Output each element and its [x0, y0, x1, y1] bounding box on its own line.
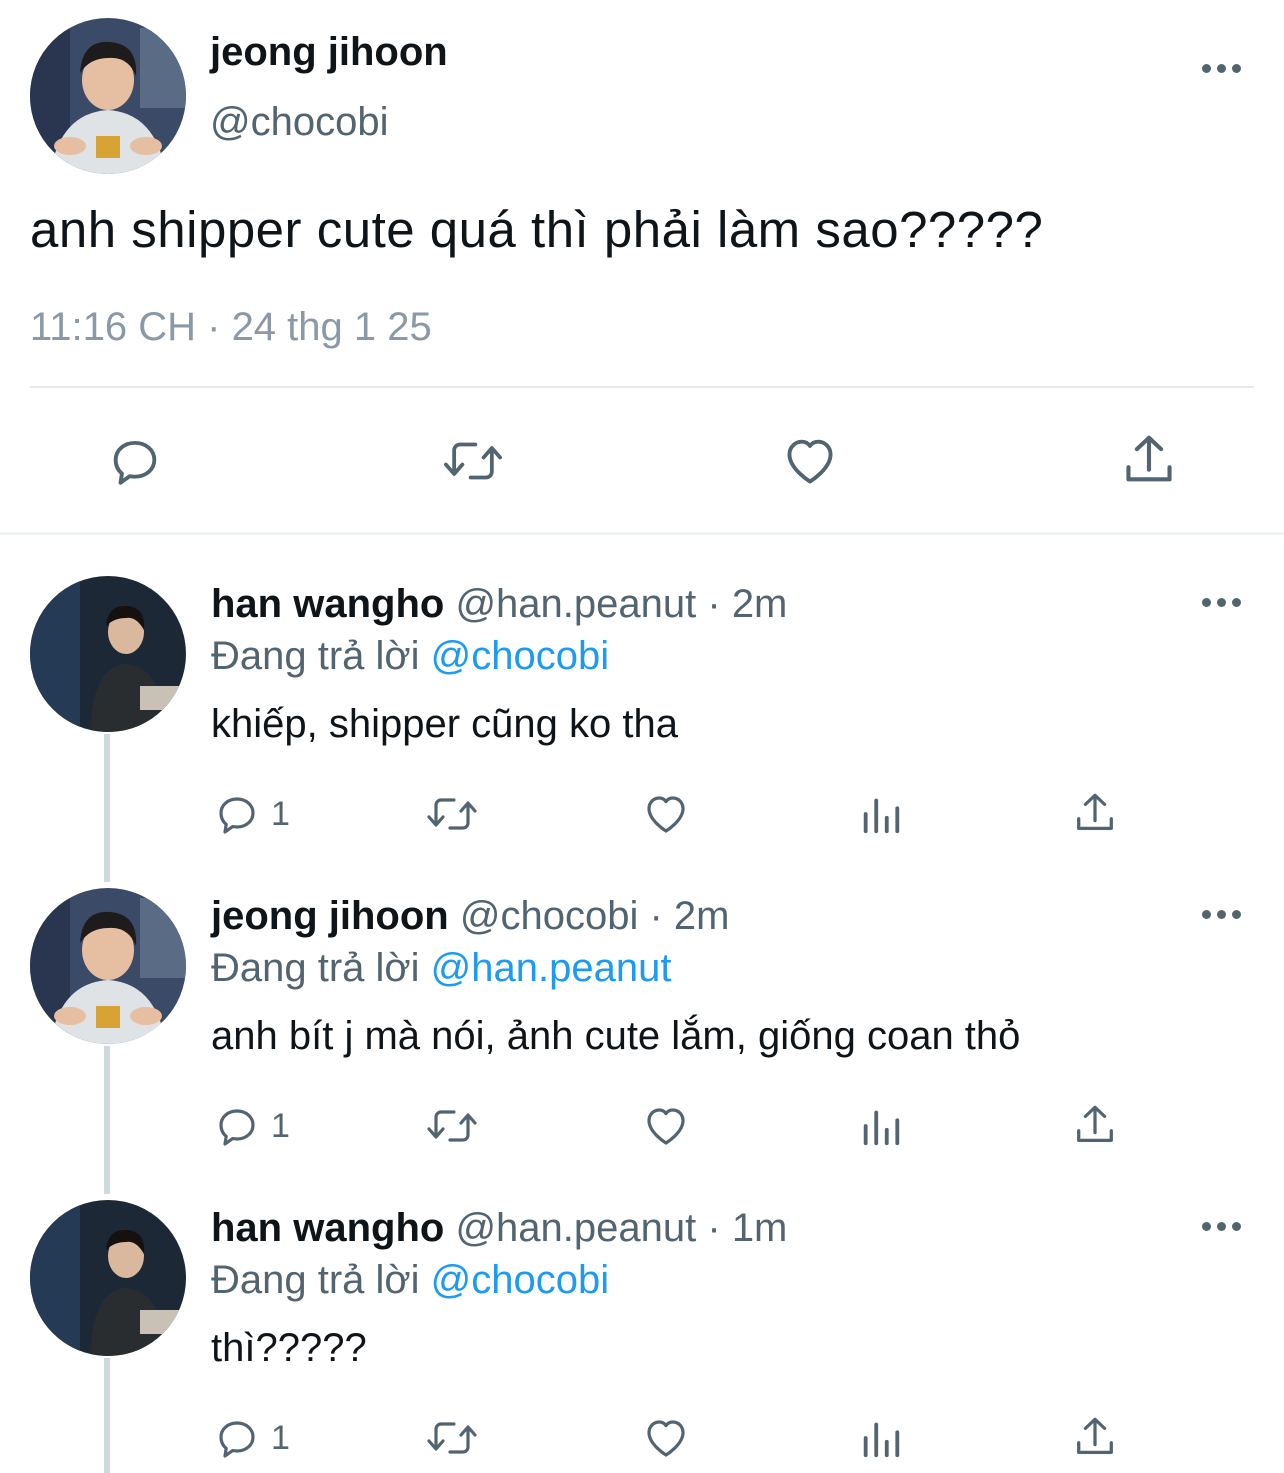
more-horizontal-icon[interactable] — [1202, 58, 1241, 78]
reply-header: han wangho @han.peanut · 2m — [211, 582, 787, 627]
share-icon — [1077, 1105, 1113, 1142]
reply-time: 2m — [731, 582, 788, 626]
divider — [0, 532, 1284, 535]
retweet-icon — [444, 442, 502, 480]
reply-header: han wangho @han.peanut · 1m — [211, 1206, 787, 1251]
analytics-icon — [863, 1422, 900, 1458]
author-handle[interactable]: @han.peanut — [455, 582, 696, 626]
avatar-han-wangho[interactable] — [30, 576, 186, 732]
divider — [30, 386, 1254, 388]
author-name[interactable]: jeong jihoon — [210, 30, 448, 75]
separator: · — [696, 582, 732, 626]
reply-icon — [113, 440, 157, 485]
reply-count: 1 — [271, 1106, 290, 1145]
share-button[interactable] — [1120, 430, 1178, 490]
retweet-icon — [427, 798, 477, 830]
like-icon — [787, 439, 833, 484]
share-button[interactable] — [1072, 788, 1118, 838]
like-icon — [647, 1108, 685, 1145]
like-button[interactable] — [641, 1102, 691, 1150]
share-button[interactable] — [1072, 1412, 1118, 1462]
more-horizontal-icon[interactable] — [1202, 592, 1241, 612]
author-handle[interactable]: @chocobi — [210, 100, 388, 145]
analytics-icon — [863, 1110, 900, 1146]
retweet-button[interactable] — [424, 790, 480, 838]
retweet-button[interactable] — [424, 1102, 480, 1150]
share-icon — [1077, 1417, 1113, 1454]
share-icon — [1077, 793, 1113, 830]
avatar-jeong-jihoon[interactable] — [30, 18, 186, 174]
like-button[interactable] — [641, 1414, 691, 1462]
reply-header: jeong jihoon @chocobi · 2m — [211, 894, 729, 939]
analytics-button[interactable] — [858, 1414, 904, 1462]
author-name[interactable]: han wangho — [211, 582, 444, 626]
thread-line — [104, 1358, 110, 1473]
replying-to: Đang trả lời @chocobi — [211, 1258, 609, 1303]
like-button[interactable] — [780, 432, 840, 490]
reply-icon — [219, 797, 255, 834]
reply-text: khiếp, shipper cũng ko tha — [211, 702, 678, 746]
thread-line — [104, 734, 110, 882]
reply-button[interactable]: 1 — [213, 790, 290, 838]
author-handle[interactable]: @chocobi — [460, 894, 638, 938]
reply-button[interactable] — [106, 432, 164, 490]
reply-time: 1m — [731, 1206, 788, 1250]
reply-time: 2m — [673, 894, 730, 938]
analytics-button[interactable] — [858, 1102, 904, 1150]
like-icon — [647, 796, 685, 833]
reply-count: 1 — [271, 1418, 290, 1457]
avatar-han-wangho[interactable] — [30, 1200, 186, 1356]
retweet-icon — [427, 1110, 477, 1142]
retweet-button[interactable] — [424, 1414, 480, 1462]
retweet-button[interactable] — [440, 432, 506, 490]
thread-line — [104, 1046, 110, 1194]
separator: · — [696, 1206, 732, 1250]
tweet-timestamp: 11:16 CH · 24 thg 1 25 — [30, 305, 432, 349]
separator: · — [638, 894, 674, 938]
more-horizontal-icon[interactable] — [1202, 1216, 1241, 1236]
reply-button[interactable]: 1 — [213, 1102, 290, 1150]
reply-button[interactable]: 1 — [213, 1414, 290, 1462]
replying-prefix: Đang trả lời — [211, 946, 431, 990]
author-name[interactable]: han wangho — [211, 1206, 444, 1250]
replying-to: Đang trả lời @chocobi — [211, 634, 609, 679]
retweet-icon — [427, 1422, 477, 1454]
replying-prefix: Đang trả lời — [211, 1258, 431, 1302]
mention-link[interactable]: @chocobi — [431, 1258, 609, 1302]
analytics-button[interactable] — [858, 790, 904, 838]
like-icon — [647, 1420, 685, 1457]
tweet-text: anh shipper cute quá thì phải làm sao???… — [30, 201, 1044, 258]
more-horizontal-icon[interactable] — [1202, 904, 1241, 924]
reply-icon — [219, 1421, 255, 1458]
reply-text: anh bít j mà nói, ảnh cute lắm, giống co… — [211, 1014, 1021, 1058]
mention-link[interactable]: @han.peanut — [431, 946, 672, 990]
like-button[interactable] — [641, 790, 691, 838]
analytics-icon — [863, 798, 900, 834]
mention-link[interactable]: @chocobi — [431, 634, 609, 678]
share-button[interactable] — [1072, 1100, 1118, 1150]
replying-prefix: Đang trả lời — [211, 634, 431, 678]
avatar-jeong-jihoon[interactable] — [30, 888, 186, 1044]
author-handle[interactable]: @han.peanut — [455, 1206, 696, 1250]
reply-text: thì????? — [211, 1326, 367, 1370]
author-name[interactable]: jeong jihoon — [211, 894, 449, 938]
reply-count: 1 — [271, 794, 290, 833]
reply-icon — [219, 1109, 255, 1146]
share-icon — [1126, 435, 1172, 482]
replying-to: Đang trả lời @han.peanut — [211, 946, 671, 991]
